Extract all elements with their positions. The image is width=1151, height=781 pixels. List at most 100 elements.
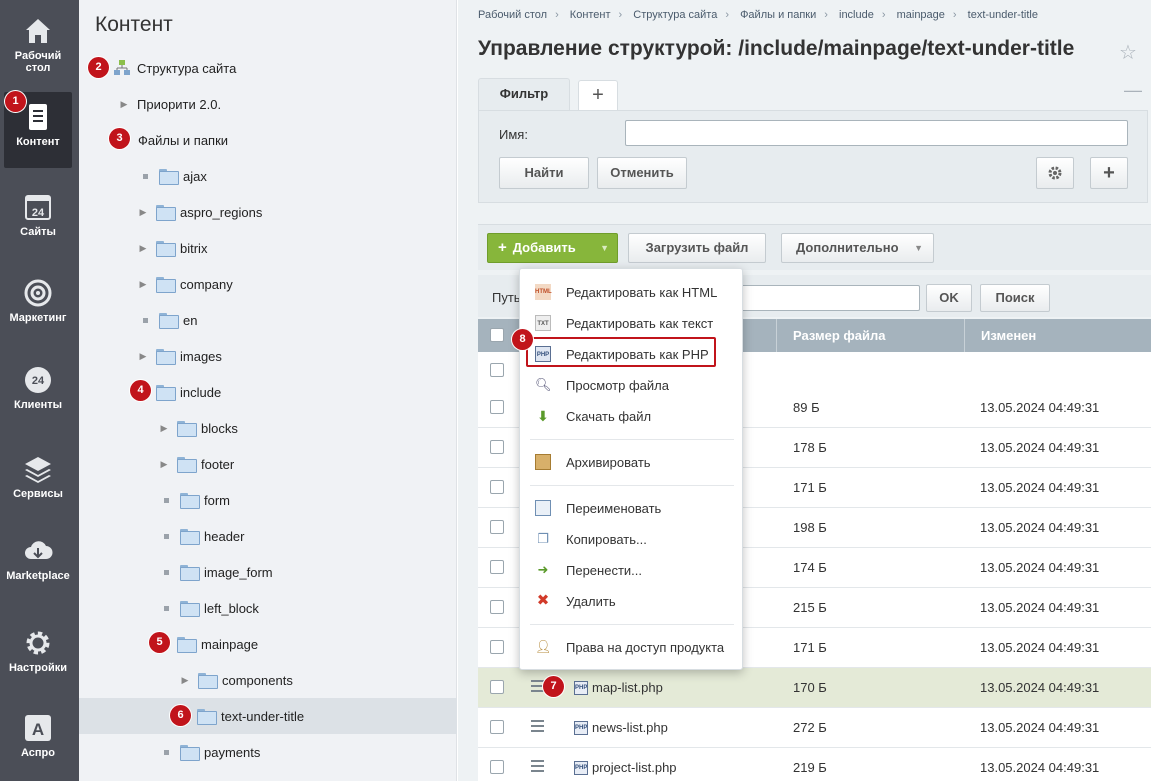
tree-node-form[interactable]: form	[161, 482, 230, 518]
expand-arrow-icon[interactable]: ▶	[119, 99, 129, 109]
menu-item-archive[interactable]: Архивировать	[520, 447, 744, 477]
tree-node-ajax[interactable]: ajax	[140, 158, 207, 194]
menu-item-label: Скачать файл	[566, 408, 652, 424]
menu-item-rename[interactable]: Переименовать	[520, 493, 744, 523]
row-checkbox[interactable]	[490, 480, 504, 494]
tree-node-text-under-title[interactable]: text-under-title	[79, 698, 457, 734]
expand-arrow-icon[interactable]: ▶	[138, 207, 148, 217]
rail-item-marketing[interactable]: Маркетинг	[4, 268, 72, 344]
column-header-size[interactable]: Размер файла	[776, 319, 964, 352]
menu-item-view-file[interactable]: 🔍︎ Просмотр файла	[520, 370, 744, 400]
row-actions-menu-icon[interactable]	[531, 720, 544, 732]
rail-item-desktop[interactable]: Рабочий стол	[4, 6, 72, 82]
menu-item-move[interactable]: ➜ Перенести...	[520, 555, 744, 585]
table-row[interactable]: PHP project-list.php 219 Б 13.05.2024 04:…	[478, 748, 1151, 781]
ok-button[interactable]: OK	[926, 284, 972, 312]
file-name-cell[interactable]: PHP project-list.php	[574, 760, 677, 775]
rail-item-aspro[interactable]: A Аспро	[4, 703, 72, 779]
filter-settings-button[interactable]	[1036, 157, 1074, 189]
tree-node-label: header	[204, 528, 245, 544]
expand-arrow-icon[interactable]: ▶	[138, 243, 148, 253]
tree-node-header[interactable]: header	[161, 518, 244, 554]
row-checkbox[interactable]	[490, 720, 504, 734]
breadcrumb-item[interactable]: Рабочий стол	[478, 9, 547, 21]
name-field[interactable]	[625, 120, 1128, 146]
menu-item-edit-html[interactable]: HTML Редактировать как HTML	[520, 277, 744, 307]
tree-node-company[interactable]: ▶ company	[138, 266, 233, 302]
expand-arrow-icon[interactable]: ▶	[159, 423, 169, 433]
layers-icon	[25, 457, 51, 483]
expand-arrow-icon[interactable]: ▶	[180, 675, 190, 685]
file-name-cell[interactable]: PHP news-list.php	[574, 720, 668, 735]
menu-item-edit-text[interactable]: TXT Редактировать как текст	[520, 308, 744, 338]
tree-node-site-structure[interactable]: Структура сайта	[113, 50, 236, 86]
rail-item-marketplace[interactable]: Marketplace	[4, 526, 72, 602]
breadcrumb-item[interactable]: Контент	[570, 9, 611, 21]
add-filter-field-button[interactable]: +	[1090, 157, 1128, 189]
upload-file-button[interactable]: Загрузить файл	[628, 233, 766, 263]
tree-node-payments[interactable]: payments	[161, 734, 260, 770]
breadcrumb-item[interactable]: Файлы и папки	[740, 9, 816, 21]
find-button[interactable]: Найти	[499, 157, 589, 189]
tree-node-images[interactable]: ▶ images	[138, 338, 222, 374]
tab-filter[interactable]: Фильтр	[478, 78, 570, 110]
row-checkbox[interactable]	[490, 363, 504, 377]
row-checkbox[interactable]	[490, 440, 504, 454]
add-filter-tab-button[interactable]: +	[578, 80, 618, 110]
row-checkbox[interactable]	[490, 680, 504, 694]
expand-arrow-icon[interactable]: ▶	[138, 351, 148, 361]
step-badge: 3	[109, 128, 130, 149]
tree-node-blocks[interactable]: ▶ blocks	[159, 410, 238, 446]
star-favorite-icon[interactable]: ☆	[1119, 40, 1137, 65]
rail-item-clients[interactable]: 24 Клиенты	[4, 355, 72, 431]
breadcrumb-item[interactable]: include	[839, 9, 874, 21]
row-checkbox[interactable]	[490, 560, 504, 574]
rail-item-services[interactable]: Сервисы	[4, 444, 72, 520]
path-input[interactable]	[740, 285, 920, 311]
menu-item-download[interactable]: ⬇ Скачать файл	[520, 401, 744, 431]
table-row[interactable]: PHP map-list.php 170 Б 13.05.2024 04:49:3…	[478, 668, 1151, 708]
add-dropdown-button[interactable]: + Добавить ▼	[487, 233, 618, 263]
menu-item-delete[interactable]: ✖ Удалить	[520, 586, 744, 616]
tree-node-include[interactable]: include	[156, 374, 221, 410]
breadcrumb-item[interactable]: Структура сайта	[633, 9, 717, 21]
tree-node-mainpage[interactable]: mainpage	[177, 626, 258, 662]
row-checkbox[interactable]	[490, 600, 504, 614]
tree-node-priority[interactable]: ▶ Приорити 2.0.	[119, 86, 222, 122]
rail-item-label: Контент	[16, 136, 60, 148]
tree-node-footer[interactable]: ▶ footer	[159, 446, 234, 482]
expand-arrow-icon[interactable]: ▶	[159, 459, 169, 469]
tree-node-components[interactable]: ▶ components	[180, 662, 293, 698]
tree-node-left-block[interactable]: left_block	[161, 590, 259, 626]
row-checkbox[interactable]	[490, 760, 504, 774]
rename-icon	[535, 500, 551, 516]
search-button[interactable]: Поиск	[980, 284, 1050, 312]
tree-node-aspro-regions[interactable]: ▶ aspro_regions	[138, 194, 262, 230]
tree-node-files-folders[interactable]: Файлы и папки	[138, 122, 228, 158]
rail-item-settings[interactable]: Настройки	[4, 618, 72, 694]
table-row[interactable]: PHP news-list.php 272 Б 13.05.2024 04:49:…	[478, 708, 1151, 748]
magnifier-icon: 🔍︎	[535, 377, 552, 392]
menu-item-access-rights[interactable]: 👤︎ Права на доступ продукта	[520, 632, 744, 662]
folder-icon	[197, 709, 217, 725]
minimize-filter-icon[interactable]: —	[1124, 80, 1142, 101]
select-all-checkbox[interactable]	[490, 328, 504, 342]
breadcrumb-item[interactable]: mainpage	[897, 9, 945, 21]
folder-icon	[156, 241, 176, 257]
rail-item-sites[interactable]: 24 Сайты	[4, 182, 72, 258]
tree-node-en[interactable]: en	[140, 302, 197, 338]
file-name-cell[interactable]: PHP map-list.php	[574, 680, 663, 695]
menu-item-copy[interactable]: ❐ Копировать...	[520, 524, 744, 554]
tree-node-bitrix[interactable]: ▶ bitrix	[138, 230, 207, 266]
cancel-button[interactable]: Отменить	[597, 157, 687, 189]
row-actions-menu-icon[interactable]	[531, 760, 544, 772]
row-checkbox[interactable]	[490, 520, 504, 534]
column-header-modified[interactable]: Изменен	[964, 319, 1151, 352]
rail-item-label: Marketplace	[6, 570, 70, 582]
expand-arrow-icon[interactable]: ▶	[138, 279, 148, 289]
breadcrumb-item[interactable]: text-under-title	[968, 9, 1038, 21]
row-checkbox[interactable]	[490, 640, 504, 654]
more-actions-button[interactable]: Дополнительно ▼	[781, 233, 934, 263]
row-checkbox[interactable]	[490, 400, 504, 414]
tree-node-image-form[interactable]: image_form	[161, 554, 273, 590]
